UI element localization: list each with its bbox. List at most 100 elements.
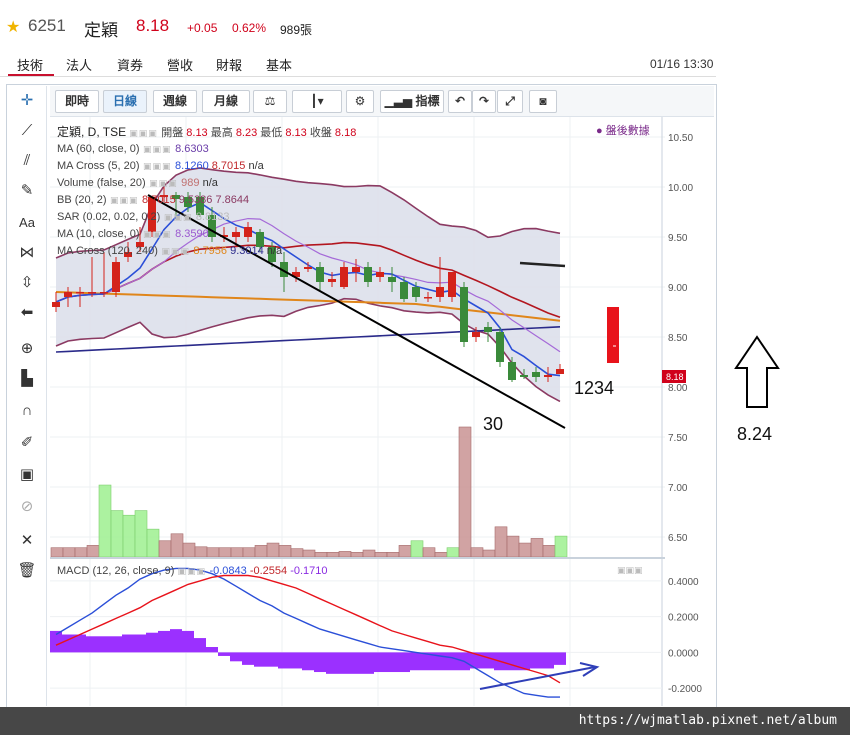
macd-histogram-bar [122,634,134,653]
candle-body [496,332,504,362]
tab-financials[interactable]: 財報 [216,55,242,74]
legend-row[interactable]: SAR (0.02, 0.02, 0.2) ▣▣▣ 8.8133 [57,210,282,227]
macd-controls-icon[interactable]: ▣▣▣ [177,566,209,576]
volume-bar [290,548,304,558]
legend-row[interactable]: MA (60, close, 0) ▣▣▣ 8.6303 [57,142,282,159]
volume-bar [482,549,496,558]
candle-body [352,267,360,272]
tab-basics[interactable]: 基本 [266,55,292,74]
candle-body [556,369,564,374]
stock-code: 6251 [28,16,66,35]
macd-histogram-bar [62,634,74,653]
legend-row-label: BB (20, 2) [57,194,107,206]
camera-icon[interactable]: ◙ [529,90,557,113]
fullscreen-icon[interactable]: ⤢ [497,90,523,113]
watermark-url: https://wjmatlab.pixnet.net/album [578,713,837,728]
legend-row-controls-icon[interactable]: ▣▣▣ [140,161,176,171]
legend-row-controls-icon[interactable]: ▣▣▣ [158,246,194,256]
macd-histogram-bar [158,630,170,653]
tab-margin[interactable]: 資券 [117,55,143,74]
measure-icon[interactable]: ⇳ [8,270,46,296]
after-hours-dot-icon: ● [596,125,606,137]
indicator-legend: MA (60, close, 0) ▣▣▣ 8.6303 MA Cross (5… [57,142,282,261]
up-arrow-annotation [734,335,780,408]
volume-bar [218,547,232,558]
macd-histogram-bar [110,636,122,653]
ruler-icon[interactable]: ▙ [8,366,46,392]
legend-row[interactable]: MA Cross (5, 20) ▣▣▣ 8.1260 8.7015 n/a [57,159,282,176]
volume-bar [74,547,88,558]
trade-volume: 989張 [280,23,313,37]
legend-row[interactable]: MA (10, close, 0) ▣▣▣ 8.3590 [57,227,282,244]
drawing-toolbar: ✛ ⟋ ⫽ ✎ Aa ⋈ ⇳ ⬅ ⊕ ▙ ∩ ✐ ▣ ⊘ ✕ 🗑 [8,86,47,706]
price-change-percent: 0.62% [232,21,267,35]
candle-body [436,287,444,297]
candle-body [472,332,480,337]
monthly-button[interactable]: 月線 [202,90,250,113]
price-tag-label: 8.18 [666,372,684,382]
macd-histogram-bar [134,634,146,653]
fib-icon[interactable]: ⫽ [8,148,46,174]
undo-icon[interactable]: ↶ [448,90,472,113]
brush-icon[interactable]: ✎ [8,178,46,204]
star-icon[interactable]: ★ [6,17,20,37]
tab-revenue[interactable]: 營收 [167,55,193,74]
daily-button[interactable]: 日線 [103,90,147,113]
tab-institutional[interactable]: 法人 [66,55,92,74]
magnet-icon[interactable]: ∩ [8,398,46,424]
legend-row-value: 8.7956 [193,245,231,257]
candle-body [484,327,492,332]
macd-arrow-line[interactable] [479,666,596,690]
zoom-icon[interactable]: ⊕ [8,336,46,362]
legend-row-controls-icon[interactable]: ▣▣▣ [140,144,176,154]
back-arrow-icon[interactable]: ⬅ [8,300,46,326]
trash-icon[interactable]: 🗑 [8,558,46,584]
macd-pane-controls-icon[interactable]: ▣▣▣ [617,565,643,576]
volume-bar [242,547,256,558]
crosshair-icon[interactable]: ✛ [8,88,46,114]
legend-row[interactable]: Volume (false, 20) ▣▣▣ 989 n/a [57,176,282,193]
volume-bar [422,547,436,558]
after-hours-label[interactable]: ● 盤後數據 [596,124,650,138]
legend-row-value: n/a [266,245,283,257]
weekly-button[interactable]: 週線 [153,90,197,113]
legend-row-controls-icon[interactable]: ▣▣▣ [160,212,196,222]
pattern-icon[interactable]: ⋈ [8,240,46,266]
macd-histogram-bar [266,652,278,667]
legend-row-label: SAR (0.02, 0.02, 0.2) [57,211,161,223]
macd-histogram-bar [146,632,158,653]
settings-icon[interactable]: ⚙ [346,90,374,113]
pencil-lock-icon[interactable]: ✐ [8,430,46,456]
candle-body [376,272,384,277]
lock-icon[interactable]: ▣ [8,462,46,488]
close-value: 8.18 [334,127,357,139]
legend-row-controls-icon[interactable]: ▣▣▣ [107,195,143,205]
macd-axis[interactable]: 0.4000 0.2000 0.0000 -0.2000 [668,577,702,695]
candle-body [424,297,432,299]
legend-row[interactable]: MA Cross (120, 240) ▣▣▣ 8.7956 9.3014 n/… [57,244,282,261]
macd-line [55,567,560,698]
volume-bar [86,545,100,558]
candle-body [52,302,60,307]
tab-technical[interactable]: 技術 [17,55,43,74]
indicator-button[interactable]: ▁▃▅ 指標 [380,90,444,113]
legend-controls-icon[interactable]: ▣▣▣ [129,128,161,138]
candle-body [340,267,348,287]
redo-icon[interactable]: ↷ [472,90,496,113]
legend-title-row: 定穎, D, TSE ▣▣▣ 開盤 8.13 最高 8.23 最低 8.13 收… [57,125,356,140]
legend-row-controls-icon[interactable]: ▣▣▣ [146,178,182,188]
legend-row[interactable]: BB (20, 2) ▣▣▣ 8.7015 9.5386 7.8644 [57,193,282,210]
legend-row-controls-icon[interactable]: ▣▣▣ [140,229,176,239]
candle-body [508,362,516,380]
macd-histogram-bar [314,652,326,673]
candle-type-icon[interactable]: ┃▾ [292,90,342,113]
tools-icon[interactable]: ✕ [8,528,46,554]
text-tool-icon[interactable]: Aa [8,210,46,236]
hide-icon[interactable]: ⊘ [8,494,46,520]
macd-histogram-bar [482,652,494,669]
realtime-button[interactable]: 即時 [55,90,99,113]
candle-body [520,375,528,377]
trendline-icon[interactable]: ⟋ [8,118,46,144]
scale-icon[interactable]: ⚖ [253,90,287,113]
macd-histogram-bar [302,652,314,671]
